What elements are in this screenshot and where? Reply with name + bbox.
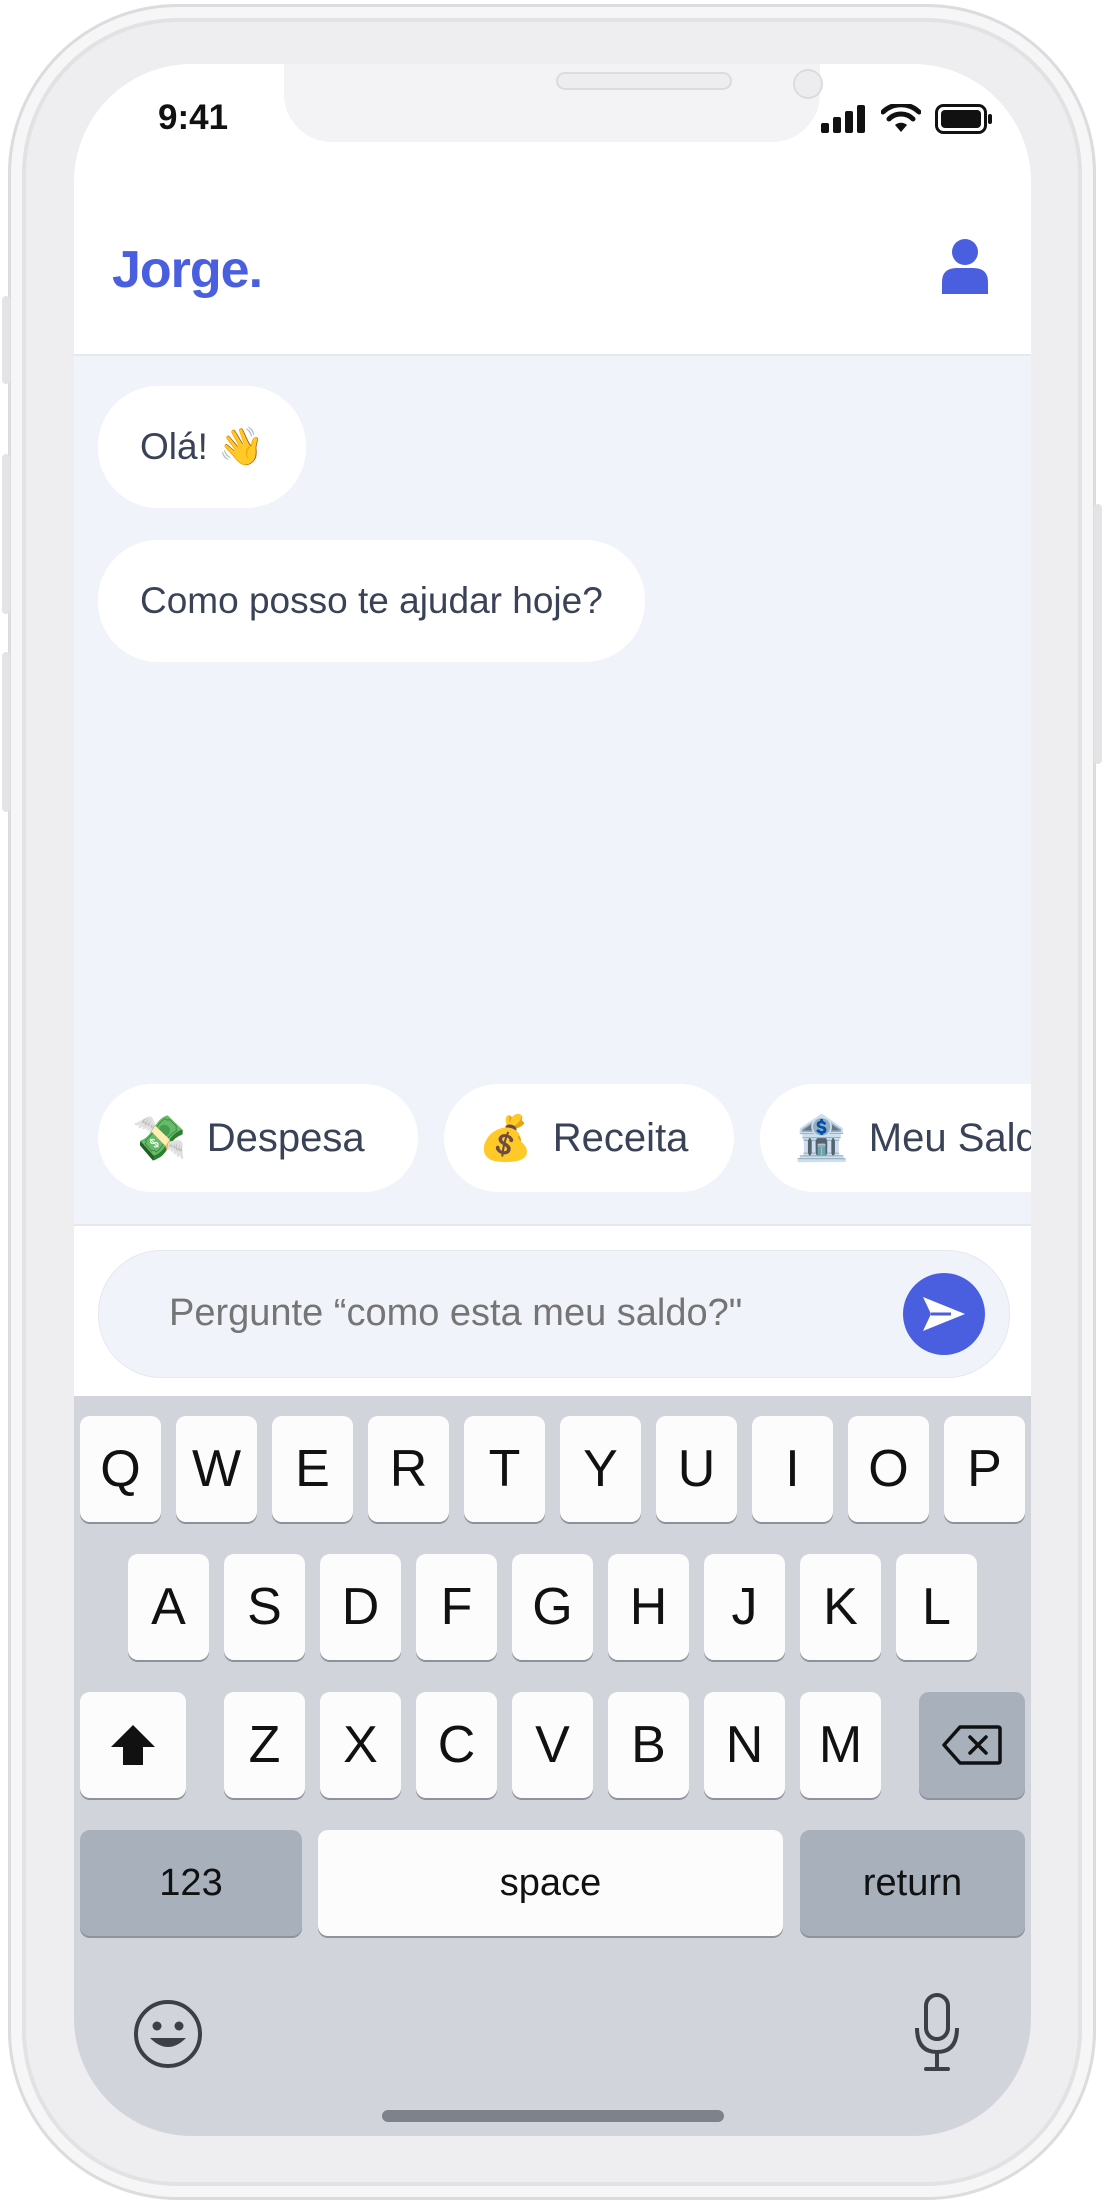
key-j[interactable]: J xyxy=(704,1554,785,1660)
shift-icon xyxy=(111,1725,155,1765)
composer xyxy=(74,1224,1031,1398)
return-key[interactable]: return xyxy=(800,1830,1025,1936)
emoji-keyboard-button[interactable] xyxy=(132,1998,204,2070)
key-r[interactable]: R xyxy=(368,1416,449,1522)
key-g[interactable]: G xyxy=(512,1554,593,1660)
money-bag-icon: 💰 xyxy=(478,1114,533,1163)
quick-action-despesa[interactable]: 💸 Despesa xyxy=(98,1084,418,1192)
silent-switch xyxy=(2,296,10,384)
key-y[interactable]: Y xyxy=(560,1416,641,1522)
key-q[interactable]: Q xyxy=(80,1416,161,1522)
message-bubble: Como posso te ajudar hoje? xyxy=(98,540,645,662)
send-button[interactable] xyxy=(903,1273,985,1355)
quick-action-label: Receita xyxy=(552,1115,689,1160)
key-i[interactable]: I xyxy=(752,1416,833,1522)
phone-screen: 9:41 Jorge. Olá! 👋 Como posso te ajudar … xyxy=(74,64,1031,2136)
key-b[interactable]: B xyxy=(608,1692,689,1798)
key-t[interactable]: T xyxy=(464,1416,545,1522)
money-wings-icon: 💸 xyxy=(132,1114,187,1163)
key-z[interactable]: Z xyxy=(224,1692,305,1798)
key-c[interactable]: C xyxy=(416,1692,497,1798)
volume-down-button xyxy=(2,652,10,812)
key-e[interactable]: E xyxy=(272,1416,353,1522)
key-x[interactable]: X xyxy=(320,1692,401,1798)
key-m[interactable]: M xyxy=(800,1692,881,1798)
message-input[interactable] xyxy=(167,1291,891,1336)
key-k[interactable]: K xyxy=(800,1554,881,1660)
numbers-key[interactable]: 123 xyxy=(80,1830,302,1936)
key-w[interactable]: W xyxy=(176,1416,257,1522)
profile-icon xyxy=(942,239,988,294)
quick-action-label: Despesa xyxy=(206,1115,365,1160)
key-o[interactable]: O xyxy=(848,1416,929,1522)
front-camera xyxy=(793,69,823,99)
quick-actions-row: 💸 Despesa 💰 Receita 🏦 Meu Saldo xyxy=(74,1084,1031,1214)
key-p[interactable]: P xyxy=(944,1416,1025,1522)
quick-action-receita[interactable]: 💰 Receita xyxy=(444,1084,734,1192)
message-bubble: Olá! 👋 xyxy=(98,386,307,508)
signal-icon xyxy=(821,105,865,133)
microphone-icon xyxy=(915,1993,959,2071)
status-icons xyxy=(821,104,993,134)
backspace-key[interactable] xyxy=(919,1692,1025,1798)
bank-icon: 🏦 xyxy=(794,1114,849,1163)
wifi-icon xyxy=(881,104,921,132)
send-icon xyxy=(923,1297,965,1331)
key-l[interactable]: L xyxy=(896,1554,977,1660)
brand-logo: Jorge. xyxy=(112,241,263,299)
key-d[interactable]: D xyxy=(320,1554,401,1660)
quick-action-label: Meu Saldo xyxy=(868,1115,1031,1160)
message-text: Olá! 👋 xyxy=(140,425,265,467)
speaker xyxy=(556,72,732,90)
backspace-icon xyxy=(942,1725,1002,1765)
volume-up-button xyxy=(2,454,10,614)
battery-icon xyxy=(935,104,992,134)
key-a[interactable]: A xyxy=(128,1554,209,1660)
app-header: Jorge. xyxy=(74,184,1031,356)
message-text: Como posso te ajudar hoje? xyxy=(140,580,603,621)
key-s[interactable]: S xyxy=(224,1554,305,1660)
space-key[interactable]: space xyxy=(318,1830,783,1936)
shift-key[interactable] xyxy=(80,1692,186,1798)
power-button xyxy=(1094,504,1102,764)
dictation-button[interactable] xyxy=(912,1992,962,2074)
key-u[interactable]: U xyxy=(656,1416,737,1522)
key-n[interactable]: N xyxy=(704,1692,785,1798)
quick-action-meu-saldo[interactable]: 🏦 Meu Saldo xyxy=(760,1084,1031,1192)
status-time: 9:41 xyxy=(158,98,229,137)
key-v[interactable]: V xyxy=(512,1692,593,1798)
notch xyxy=(284,64,823,142)
key-f[interactable]: F xyxy=(416,1554,497,1660)
home-indicator[interactable] xyxy=(382,2110,724,2122)
message-input-container xyxy=(98,1250,1010,1378)
profile-button[interactable] xyxy=(939,238,991,294)
key-h[interactable]: H xyxy=(608,1554,689,1660)
emoji-icon xyxy=(134,2000,202,2068)
keyboard: Q W E R T Y U I O P A S D F G H J K L Z … xyxy=(74,1396,1031,2136)
